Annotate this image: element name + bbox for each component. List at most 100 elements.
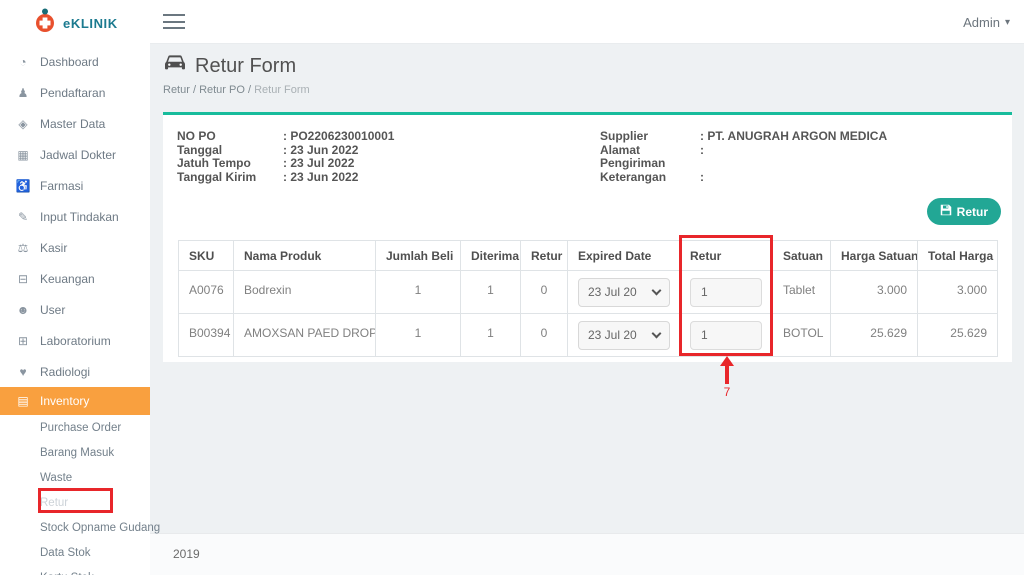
chevron-down-icon: ▾ <box>1004 16 1010 28</box>
brand-name: eKLINIK <box>63 15 118 31</box>
sidebar-item-radiologi[interactable]: ♥ Radiologi <box>0 356 150 387</box>
po-info-row: Alamat Pengiriman : <box>600 142 887 171</box>
po-info-row: NO PO : PO2206230010001 <box>177 129 394 144</box>
cell-sku: B00394 <box>178 313 234 357</box>
po-info-row: Tanggal Kirim : 23 Jun 2022 <box>177 169 394 185</box>
cell-total-harga: 25.629 <box>917 313 998 357</box>
sidebar-subitem-kartu-stok[interactable]: Kartu Stok <box>0 565 150 575</box>
sidebar-item-user[interactable]: ☻ User <box>0 294 150 325</box>
col-header-expired-date: Expired Date <box>567 240 680 271</box>
col-header-satuan: Satuan <box>772 240 831 271</box>
po-label: Tanggal Kirim <box>177 169 257 184</box>
subitem-label: Barang Masuk <box>40 446 115 459</box>
po-value: : PT. ANUGRAH ARGON MEDICA <box>700 129 888 143</box>
table-header-row: SKU Nama Produk Jumlah Beli Diterima Ret… <box>178 240 998 271</box>
sidebar-item-farmasi[interactable]: ♿ Farmasi <box>0 170 150 201</box>
col-header-sku: SKU <box>178 240 234 271</box>
radiology-heart-icon: ♥ <box>19 364 27 379</box>
sidebar-item-laboratorium[interactable]: ⊞ Laboratorium <box>0 325 150 356</box>
user-menu[interactable]: Admin ▾ <box>963 0 1010 44</box>
app-window: eKLINIK ◔ Dashboard ♟ Pendaftaran ◈ Mast… <box>0 0 1024 575</box>
po-info-row: Supplier : PT. ANUGRAH ARGON MEDICA <box>600 129 888 144</box>
expired-date-select[interactable]: 23 Jul 20 <box>578 277 670 307</box>
cell-retur-qty <box>679 313 773 357</box>
annotation-step-number: 7 <box>723 385 731 399</box>
po-value: : 23 Jul 2022 <box>283 156 355 170</box>
cell-sku: A0076 <box>178 270 234 314</box>
sidebar-subitem-waste[interactable]: Waste <box>0 465 150 490</box>
cell-expired-date: 23 Jul 20 <box>567 270 680 314</box>
po-value: : <box>700 169 704 184</box>
table-row: B00394 AMOXSAN PAED DROP 1 1 0 23 Jul 20 <box>178 313 998 357</box>
sidebar-subitem-purchase-order[interactable]: Purchase Order <box>0 415 150 440</box>
brand-logo[interactable]: eKLINIK <box>34 7 118 39</box>
menu-toggle-button[interactable] <box>163 14 185 29</box>
sidebar-subitem-stock-opname-gudang[interactable]: Stock Opname Gudang <box>0 515 160 540</box>
registration-icon: ♟ <box>17 85 29 100</box>
sidebar-item-label: Pendaftaran <box>40 85 106 100</box>
sidebar-subitem-data-stok[interactable]: Data Stok <box>0 540 150 565</box>
sidebar-item-dashboard[interactable]: ◔ Dashboard <box>0 46 150 77</box>
subitem-label: Stock Opname Gudang <box>40 521 161 534</box>
col-header-retur-qty: Retur <box>679 240 773 271</box>
inventory-submenu: Purchase Order Barang Masuk Waste Retur … <box>0 415 160 575</box>
sidebar-item-jadwal-dokter[interactable]: ▦ Jadwal Dokter <box>0 139 150 170</box>
cell-harga-satuan: 3.000 <box>830 270 918 314</box>
po-value: : 23 Jun 2022 <box>283 142 359 157</box>
page-title-text: Retur Form <box>195 54 297 77</box>
col-header-harga-satuan: Harga Satuan <box>830 240 918 271</box>
col-header-jumlah-beli: Jumlah Beli <box>375 240 461 271</box>
sidebar-item-master-data[interactable]: ◈ Master Data <box>0 108 150 139</box>
sidebar-item-label: User <box>40 302 66 317</box>
footer-year: 2019 <box>173 547 200 561</box>
sidebar-item-label: Radiologi <box>40 364 91 379</box>
cell-jumlah-beli: 1 <box>375 313 461 357</box>
calendar-icon: ▦ <box>17 147 29 162</box>
sidebar-item-inventory[interactable]: ▤ Inventory <box>0 387 150 415</box>
pharmacy-icon: ♿ <box>15 178 31 193</box>
cell-harga-satuan: 25.629 <box>830 313 918 357</box>
page-title: Retur Form <box>163 54 310 78</box>
sidebar-menu: ◔ Dashboard ♟ Pendaftaran ◈ Master Data … <box>0 46 150 415</box>
po-label: Jatuh Tempo <box>177 156 251 170</box>
topbar: Admin ▾ <box>150 0 1024 44</box>
expired-date-select[interactable]: 23 Jul 20 <box>578 320 670 350</box>
cell-jumlah-beli: 1 <box>375 270 461 314</box>
sidebar-item-label: Keuangan <box>40 271 95 286</box>
retur-button-label: Retur <box>956 204 988 219</box>
po-label: Keterangan <box>600 169 667 184</box>
sidebar-subitem-barang-masuk[interactable]: Barang Masuk <box>0 440 150 465</box>
subitem-label: Data Stok <box>40 546 91 559</box>
sidebar-item-input-tindakan[interactable]: ✎ Input Tindakan <box>0 201 150 232</box>
sidebar-item-label: Master Data <box>40 116 106 131</box>
col-header-retur: Retur <box>520 240 568 271</box>
laboratory-icon: ⊞ <box>17 333 29 348</box>
cell-retur: 0 <box>520 270 568 314</box>
col-header-total-harga: Total Harga <box>917 240 998 271</box>
sidebar-item-label: Kasir <box>40 240 68 255</box>
cell-diterima: 1 <box>460 270 521 314</box>
retur-save-button[interactable]: Retur <box>926 198 1001 225</box>
main-content: Retur Form Retur / Retur PO / Retur Form… <box>150 44 1024 533</box>
col-header-nama-produk: Nama Produk <box>233 240 376 271</box>
po-value: : <box>700 142 704 157</box>
breadcrumb: Retur / Retur PO / Retur Form <box>163 84 310 96</box>
po-value: : 23 Jun 2022 <box>283 169 359 184</box>
retur-qty-input[interactable] <box>690 320 762 350</box>
finance-icon: ⊟ <box>17 271 29 286</box>
car-icon <box>163 54 187 78</box>
sidebar-item-keuangan[interactable]: ⊟ Keuangan <box>0 263 150 294</box>
chevron-down-icon <box>651 328 662 338</box>
col-header-diterima: Diterima <box>460 240 521 271</box>
retur-qty-input[interactable] <box>690 277 762 307</box>
po-label: NO PO <box>177 129 216 143</box>
breadcrumb-current: Retur Form <box>254 84 310 96</box>
cell-nama-produk: AMOXSAN PAED DROP <box>233 313 376 357</box>
sidebar-item-pendaftaran[interactable]: ♟ Pendaftaran <box>0 77 150 108</box>
po-info-row: Tanggal : 23 Jun 2022 <box>177 142 394 158</box>
sidebar-subitem-retur[interactable]: Retur <box>0 490 150 515</box>
breadcrumb-path[interactable]: Retur / Retur PO / <box>163 84 251 96</box>
dashboard-icon: ◔ <box>19 54 27 69</box>
page-header: Retur Form Retur / Retur PO / Retur Form <box>163 54 310 97</box>
sidebar-item-kasir[interactable]: ⚖ Kasir <box>0 232 150 263</box>
